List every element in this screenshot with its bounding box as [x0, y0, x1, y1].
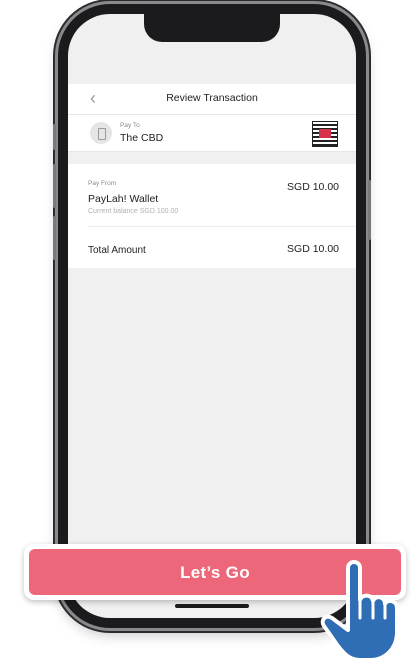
- volume-up-button: [53, 164, 56, 208]
- current-balance: Current balance SGD 100.00: [88, 208, 179, 215]
- divider: [88, 226, 356, 227]
- phone-frame: ‹ Review Transaction Pay To The CBD Pay …: [53, 4, 371, 628]
- power-button: [368, 180, 371, 240]
- pay-to-label: Pay To: [120, 122, 140, 129]
- qr-code-icon: [312, 121, 338, 147]
- pay-from-label: Pay From: [88, 180, 117, 187]
- notch: [144, 14, 280, 42]
- store-icon: [90, 122, 112, 144]
- home-indicator: [175, 604, 249, 608]
- hand-pointer-icon: [320, 560, 399, 662]
- nav-bar: ‹ Review Transaction: [68, 84, 356, 115]
- page-title: Review Transaction: [166, 92, 258, 104]
- pay-from-amount: SGD 10.00: [287, 181, 339, 193]
- volume-down-button: [53, 216, 56, 260]
- total-amount-label: Total Amount: [88, 245, 146, 256]
- pay-to-row: Pay To The CBD: [68, 115, 356, 152]
- total-amount-value: SGD 10.00: [287, 243, 339, 255]
- phone-screen: ‹ Review Transaction Pay To The CBD Pay …: [68, 14, 356, 618]
- mute-switch: [53, 124, 56, 150]
- payment-details-card: Pay From PayLah! Wallet Current balance …: [68, 164, 356, 268]
- pay-from-source[interactable]: PayLah! Wallet: [88, 193, 158, 205]
- qr-logo: [319, 129, 331, 138]
- merchant-name: The CBD: [120, 132, 164, 144]
